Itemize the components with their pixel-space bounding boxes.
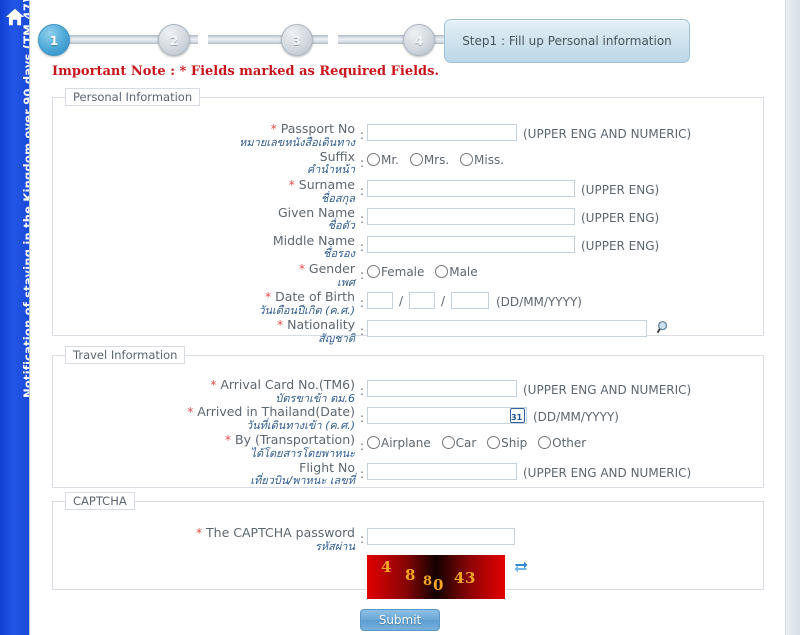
gender-colon: : — [360, 268, 365, 282]
middle-name-hint: (UPPER ENG) — [581, 239, 660, 253]
captcha-section: CAPTCHA * The CAPTCHA password รหัสผ่าน … — [52, 492, 764, 599]
surname-label: * Surname ชื่อสกุล — [288, 177, 355, 205]
page-right-edge — [786, 0, 800, 635]
captcha-input[interactable] — [367, 528, 515, 545]
captcha-char-4: 0 — [433, 576, 444, 594]
captcha-colon: : — [360, 532, 365, 546]
travel-information-legend: Travel Information — [65, 346, 186, 364]
flight-no-input[interactable] — [367, 463, 517, 480]
suffix-option-miss[interactable]: Miss. — [460, 153, 504, 167]
suffix-colon: : — [360, 156, 365, 170]
arrived-date-label: * Arrived in Thailand(Date) วันที่เดินทา… — [187, 404, 355, 432]
captcha-char-2: 8 — [405, 566, 416, 584]
transport-radio-airplane[interactable] — [367, 436, 380, 449]
given-name-label: Given Name ชื่อตัว — [277, 205, 355, 233]
flight-no-hint: (UPPER ENG AND NUMERIC) — [523, 466, 692, 480]
surname-input[interactable] — [367, 180, 575, 197]
transport-option-other[interactable]: Other — [538, 436, 586, 450]
stepper-step-2[interactable]: 2 — [158, 24, 190, 56]
transport-radio-other[interactable] — [538, 436, 552, 449]
gender-radio-female[interactable] — [367, 265, 380, 278]
captcha-char-6: 3 — [465, 569, 476, 587]
important-note: Important Note : * Fields marked as Requ… — [52, 64, 439, 79]
page-content: 1 2 3 4 Step1 : Fill up Personal informa… — [30, 0, 786, 635]
transport-radio-ship[interactable] — [487, 436, 501, 449]
flight-no-colon: : — [360, 467, 365, 481]
transport-option-ship[interactable]: Ship — [487, 436, 527, 450]
suffix-label: Suffix คำนำหน้า — [306, 149, 355, 177]
surname-colon: : — [360, 184, 365, 198]
dob-hint: (DD/MM/YYYY) — [496, 295, 582, 309]
transport-option-airplane[interactable]: Airplane — [367, 436, 431, 450]
suffix-radio-mrs[interactable] — [409, 153, 423, 166]
required-marker: * — [270, 122, 277, 136]
passport-colon: : — [360, 128, 365, 142]
personal-information-legend: Personal Information — [65, 88, 201, 106]
sidebar-title: Notification of staying in the Kingdom o… — [21, 0, 30, 398]
captcha-password-label: * The CAPTCHA password รหัสผ่าน — [196, 525, 355, 553]
arrived-date-input[interactable] — [367, 407, 527, 424]
nationality-input[interactable] — [367, 320, 647, 337]
search-lookup-icon[interactable] — [656, 320, 671, 335]
gender-option-male[interactable]: Male — [435, 265, 478, 279]
refresh-icon[interactable] — [513, 559, 529, 575]
given-name-colon: : — [360, 212, 365, 226]
gender-radio-group[interactable]: Female Male — [367, 265, 485, 279]
dob-colon: : — [360, 296, 365, 310]
suffix-radio-miss[interactable] — [460, 153, 474, 166]
current-step-label: Step1 : Fill up Personal information — [444, 19, 690, 63]
transportation-colon: : — [360, 439, 365, 453]
stepper-step-4[interactable]: 4 — [403, 24, 435, 56]
suffix-option-mr[interactable]: Mr. — [367, 153, 399, 167]
middle-name-input[interactable] — [367, 236, 575, 253]
transportation-radio-group[interactable]: Airplane Car Ship Other — [367, 436, 593, 450]
transportation-label: * By (Transportation) ได้โดยสารโดยพาหนะ — [225, 432, 355, 460]
middle-name-colon: : — [360, 240, 365, 254]
surname-hint: (UPPER ENG) — [581, 183, 660, 197]
stepper-step-3[interactable]: 3 — [281, 24, 313, 56]
middle-name-label: Middle Name ชื่อรอง — [272, 233, 355, 261]
given-name-input[interactable] — [367, 208, 575, 225]
captcha-image: 4 8 8 0 4 3 — [367, 555, 505, 599]
stepper-step-1[interactable]: 1 — [38, 24, 70, 56]
captcha-char-5: 4 — [454, 569, 465, 587]
stepper: 1 2 3 4 Step1 : Fill up Personal informa… — [30, 8, 786, 68]
arrival-card-colon: : — [360, 384, 365, 398]
dob-year-input[interactable] — [451, 292, 489, 309]
gender-radio-male[interactable] — [435, 265, 449, 278]
dob-day-input[interactable] — [367, 292, 393, 309]
captcha-char-3: 8 — [423, 574, 433, 589]
sidebar: Notification of staying in the Kingdom o… — [0, 0, 30, 635]
suffix-radio-mr[interactable] — [367, 153, 380, 166]
flight-no-label: Flight No เที่ยวบิน/พาหนะ เลขที่ — [250, 460, 355, 488]
submit-button[interactable]: Submit — [360, 609, 440, 631]
passport-no-hint: (UPPER ENG AND NUMERIC) — [523, 127, 692, 141]
dob-month-input[interactable] — [409, 292, 435, 309]
captcha-legend: CAPTCHA — [65, 492, 135, 510]
transport-option-car[interactable]: Car — [441, 436, 476, 450]
travel-information-section: Travel Information * Arrival Card No.(TM… — [52, 346, 764, 488]
captcha-char-1: 4 — [381, 558, 392, 576]
given-name-hint: (UPPER ENG) — [581, 211, 660, 225]
calendar-icon[interactable]: 31 — [510, 408, 525, 423]
suffix-option-mrs[interactable]: Mrs. — [409, 153, 449, 167]
dob-separator-1: / — [399, 294, 404, 308]
arrived-date-colon: : — [360, 411, 365, 425]
nationality-label: * Nationality สัญชาติ — [277, 317, 355, 345]
arrival-card-no-label: * Arrival Card No.(TM6) บัตรขาเข้า ตม.6 — [210, 377, 355, 405]
passport-no-label: * Passport No หมายเลขหนังสือเดินทาง — [239, 121, 355, 149]
dob-separator-2: / — [441, 294, 446, 308]
date-of-birth-label: * Date of Birth วันเดือนปีเกิด (ค.ศ.) — [258, 289, 355, 317]
arrival-card-no-input[interactable] — [367, 380, 517, 397]
gender-label: * Gender เพศ — [298, 261, 355, 289]
personal-information-section: Personal Information * Passport No หมายเ… — [52, 88, 764, 344]
gender-option-female[interactable]: Female — [367, 265, 424, 279]
suffix-radio-group[interactable]: Mr. Mrs. Miss. — [367, 153, 511, 167]
nationality-colon: : — [360, 324, 365, 338]
transport-radio-car[interactable] — [441, 436, 455, 449]
passport-no-input[interactable] — [367, 124, 517, 141]
calendar-icon-day: 31 — [511, 413, 523, 422]
arrival-card-hint: (UPPER ENG AND NUMERIC) — [523, 383, 692, 397]
arrived-date-hint: (DD/MM/YYYY) — [533, 410, 619, 424]
